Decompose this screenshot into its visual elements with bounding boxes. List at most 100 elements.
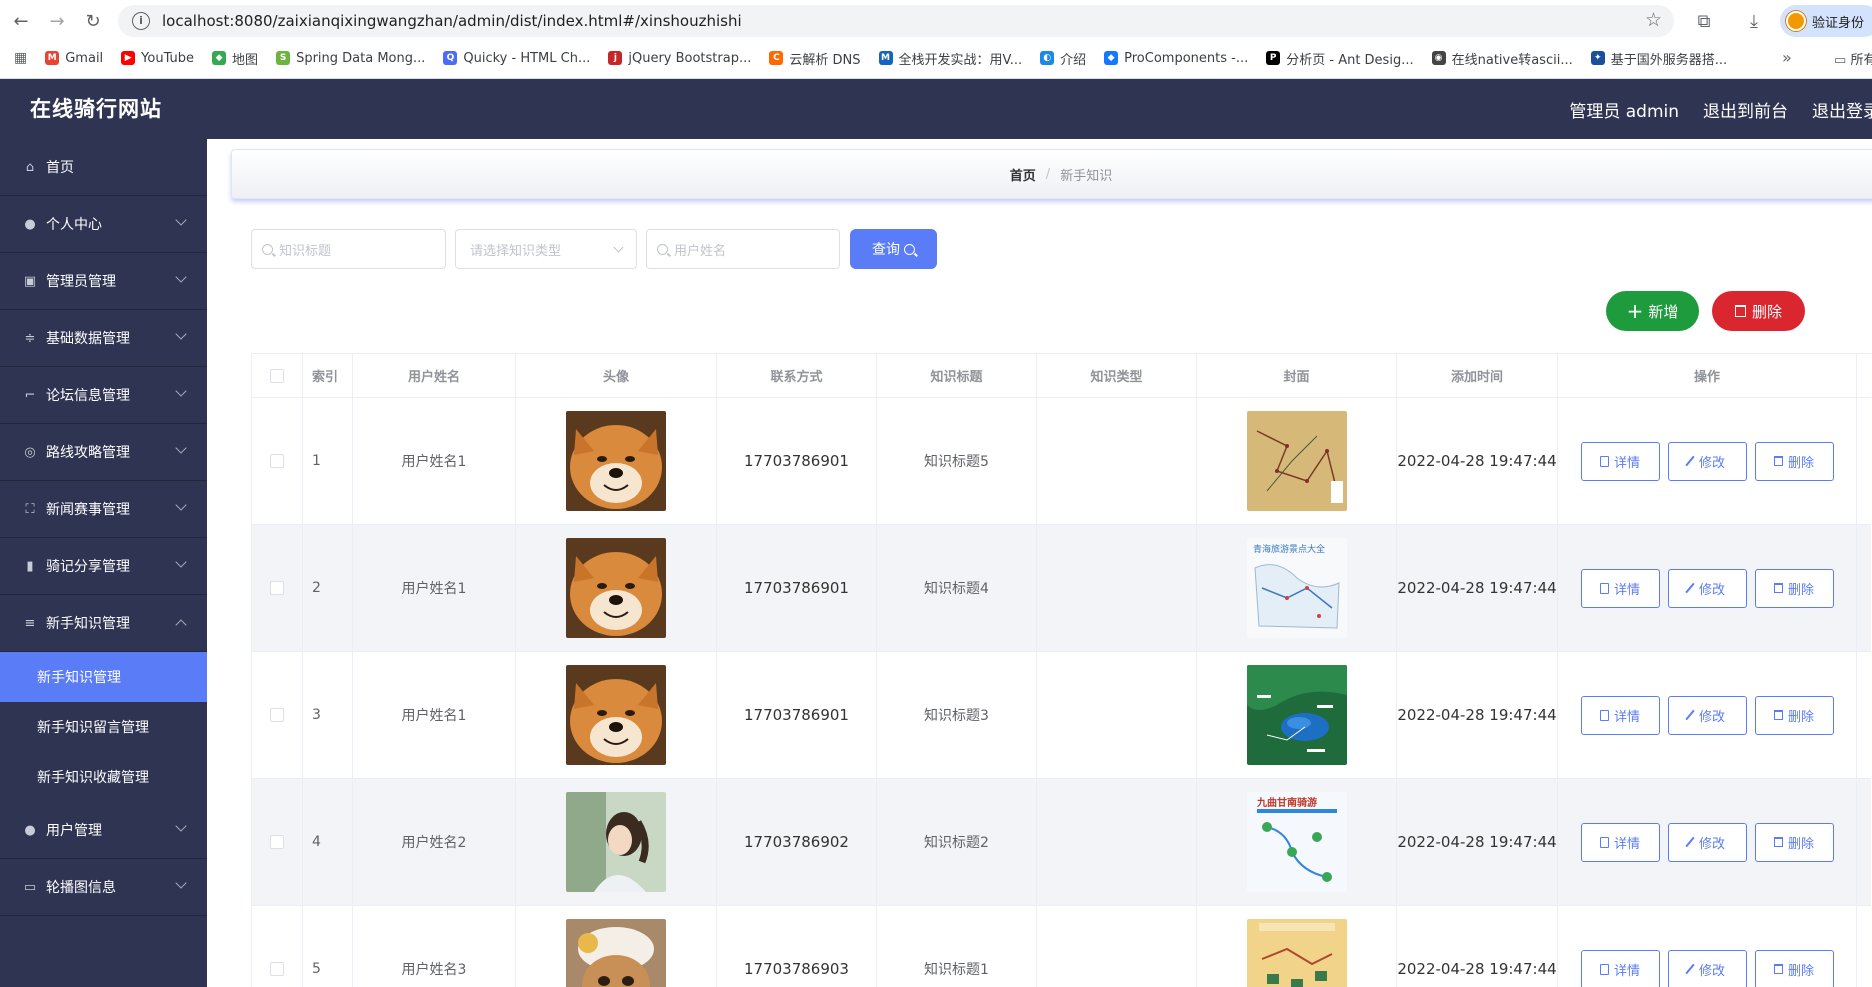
sidebar-subitem-label: 新手知识管理 xyxy=(37,670,121,686)
sidebar-item-label: 路线攻略管理 xyxy=(46,445,130,461)
username-search-input[interactable]: 用户姓名 xyxy=(646,229,840,269)
download-icon[interactable]: ⤓ xyxy=(1738,5,1770,37)
bookmark-item[interactable]: C 云解析 DNS xyxy=(769,49,861,68)
avatar-image[interactable] xyxy=(566,538,666,638)
cell-username: 用户姓名3 xyxy=(353,906,516,987)
cell-time: 2022-04-28 19:47:44 xyxy=(1397,906,1558,987)
row-checkbox-cell xyxy=(252,652,303,778)
bookmark-item[interactable]: S Spring Data Mong... xyxy=(276,51,425,66)
title-search-input[interactable]: 知识标题 xyxy=(251,229,446,269)
sidebar-item[interactable]: ⌂ 首页 xyxy=(0,139,207,196)
detail-button[interactable]: 详情 xyxy=(1580,441,1660,481)
bookmark-item[interactable]: ◉ 在线native转ascii... xyxy=(1431,49,1573,68)
col-avatar: 头像 xyxy=(516,354,717,397)
row-checkbox[interactable] xyxy=(270,581,284,595)
cell-username: 用户姓名1 xyxy=(353,398,516,524)
detail-button[interactable]: 详情 xyxy=(1580,949,1660,987)
sidebar-subitem[interactable]: 新手知识管理 xyxy=(0,652,207,702)
cell-time: 2022-04-28 19:47:44 xyxy=(1397,525,1558,651)
sidebar-item[interactable]: ≑ 基础数据管理 xyxy=(0,310,207,367)
bookmark-item[interactable]: ✦ 基于国外服务器搭... xyxy=(1590,49,1727,68)
cover-image[interactable] xyxy=(1246,665,1347,765)
logout-link[interactable]: 退出登录 xyxy=(1812,97,1872,122)
bookmark-label: ProComponents -... xyxy=(1124,50,1249,66)
row-checkbox[interactable] xyxy=(270,454,284,468)
site-info-icon[interactable]: i xyxy=(132,12,150,30)
bookmark-item[interactable]: j jQuery Bootstrap... xyxy=(608,51,751,66)
row-delete-button-label: 删除 xyxy=(1787,455,1814,471)
row-checkbox[interactable] xyxy=(270,962,284,976)
breadcrumb-home[interactable]: 首页 xyxy=(1010,165,1036,184)
bookmark-item[interactable]: Q Quicky - HTML Ch... xyxy=(443,51,590,66)
sidebar-item[interactable]: ▭ 轮播图信息 xyxy=(0,859,207,916)
bookmark-item[interactable]: ▶ YouTube xyxy=(121,51,194,66)
edit-button[interactable]: 修改 xyxy=(1667,568,1747,608)
row-delete-button[interactable]: 删除 xyxy=(1754,695,1834,735)
document-icon xyxy=(1599,963,1609,975)
avatar-image[interactable] xyxy=(566,919,666,987)
back-to-frontend-link[interactable]: 退出到前台 xyxy=(1703,97,1788,122)
bookmark-item[interactable]: M 全栈开发实战：用V... xyxy=(878,49,1022,68)
sidebar-subitem[interactable]: 新手知识收藏管理 xyxy=(0,752,207,802)
edit-button[interactable]: 修改 xyxy=(1667,441,1747,481)
all-bookmarks-folder[interactable]: ▭ 所有 xyxy=(1834,49,1872,68)
sidebar-item[interactable]: ▣ 管理员管理 xyxy=(0,253,207,310)
table-row: 4 用户姓名2 17703786902 知识标题2 九曲甘南骑游 2022-04-28 1… xyxy=(252,779,1871,906)
extensions-icon[interactable]: ⧉ xyxy=(1688,5,1720,37)
avatar-image[interactable] xyxy=(566,411,666,511)
sidebar-item[interactable]: ⌐ 论坛信息管理 xyxy=(0,367,207,424)
avatar-image[interactable] xyxy=(566,792,666,892)
document-icon xyxy=(1599,582,1609,594)
bookmark-list: M Gmail ▶ YouTube ◆ 地图 S Spring Data Mong... Q Qu… xyxy=(45,49,1745,68)
search-button[interactable]: 查询 xyxy=(850,229,937,269)
bookmark-item[interactable]: M Gmail xyxy=(45,51,103,66)
bookmark-item[interactable]: ◐ 介绍 xyxy=(1040,49,1086,68)
cell-phone: 17703786901 xyxy=(717,525,877,651)
forward-icon[interactable]: → xyxy=(42,6,72,36)
sidebar-item[interactable]: ● 个人中心 xyxy=(0,196,207,253)
sidebar-item[interactable]: ◎ 路线攻略管理 xyxy=(0,424,207,481)
detail-button[interactable]: 详情 xyxy=(1580,568,1660,608)
address-bar[interactable]: i localhost:8080/zaixianqixingwangzhan/a… xyxy=(118,5,1674,37)
avatar-image[interactable] xyxy=(566,665,666,765)
sidebar-item[interactable]: ≡ 新手知识管理 xyxy=(0,595,207,652)
row-delete-button[interactable]: 删除 xyxy=(1754,822,1834,862)
bookmark-item[interactable]: P 分析页 - Ant Desig... xyxy=(1266,49,1414,68)
profile-button[interactable]: 验证身份 xyxy=(1780,5,1872,37)
row-checkbox[interactable] xyxy=(270,835,284,849)
batch-delete-button[interactable]: 删除 xyxy=(1712,291,1805,331)
sliders-icon: ≑ xyxy=(24,330,36,346)
bookmark-star-icon[interactable]: ☆ xyxy=(1645,9,1662,31)
cover-image[interactable]: 九曲甘南骑游 xyxy=(1246,792,1347,892)
cover-image[interactable] xyxy=(1246,411,1347,511)
sidebar-item[interactable]: ⛶ 新闻赛事管理 xyxy=(0,481,207,538)
sidebar-subitem-label: 新手知识收藏管理 xyxy=(37,770,149,786)
sidebar-subitem[interactable]: 新手知识留言管理 xyxy=(0,702,207,752)
back-icon[interactable]: ← xyxy=(6,6,36,36)
edit-button-label: 修改 xyxy=(1698,709,1725,725)
user-icon: ● xyxy=(24,216,36,232)
reload-icon[interactable]: ↻ xyxy=(78,6,108,36)
add-button[interactable]: + 新增 xyxy=(1606,291,1699,331)
apps-grid-icon[interactable]: ▦ xyxy=(14,50,27,66)
detail-button[interactable]: 详情 xyxy=(1580,822,1660,862)
detail-button[interactable]: 详情 xyxy=(1580,695,1660,735)
bookmark-item[interactable]: ◆ ProComponents -... xyxy=(1104,51,1248,66)
bookmarks-overflow-icon[interactable]: » xyxy=(1782,48,1792,67)
bookmark-item[interactable]: ◆ 地图 xyxy=(212,49,258,68)
cover-image[interactable]: 青海旅游景点大全 xyxy=(1246,538,1347,638)
row-delete-button[interactable]: 删除 xyxy=(1754,568,1834,608)
breadcrumb-current: 新手知识 xyxy=(1060,168,1113,184)
edit-button[interactable]: 修改 xyxy=(1667,822,1747,862)
type-select[interactable]: 请选择知识类型 xyxy=(455,229,637,269)
cover-image[interactable] xyxy=(1246,919,1347,987)
col-username: 用户姓名 xyxy=(353,354,516,397)
row-delete-button[interactable]: 删除 xyxy=(1754,441,1834,481)
edit-button[interactable]: 修改 xyxy=(1667,695,1747,735)
row-checkbox[interactable] xyxy=(270,708,284,722)
sidebar-item[interactable]: ● 用户管理 xyxy=(0,802,207,859)
edit-button[interactable]: 修改 xyxy=(1667,949,1747,987)
select-all-checkbox[interactable] xyxy=(270,368,284,383)
row-delete-button[interactable]: 删除 xyxy=(1754,949,1834,987)
sidebar-item[interactable]: ▮ 骑记分享管理 xyxy=(0,538,207,595)
